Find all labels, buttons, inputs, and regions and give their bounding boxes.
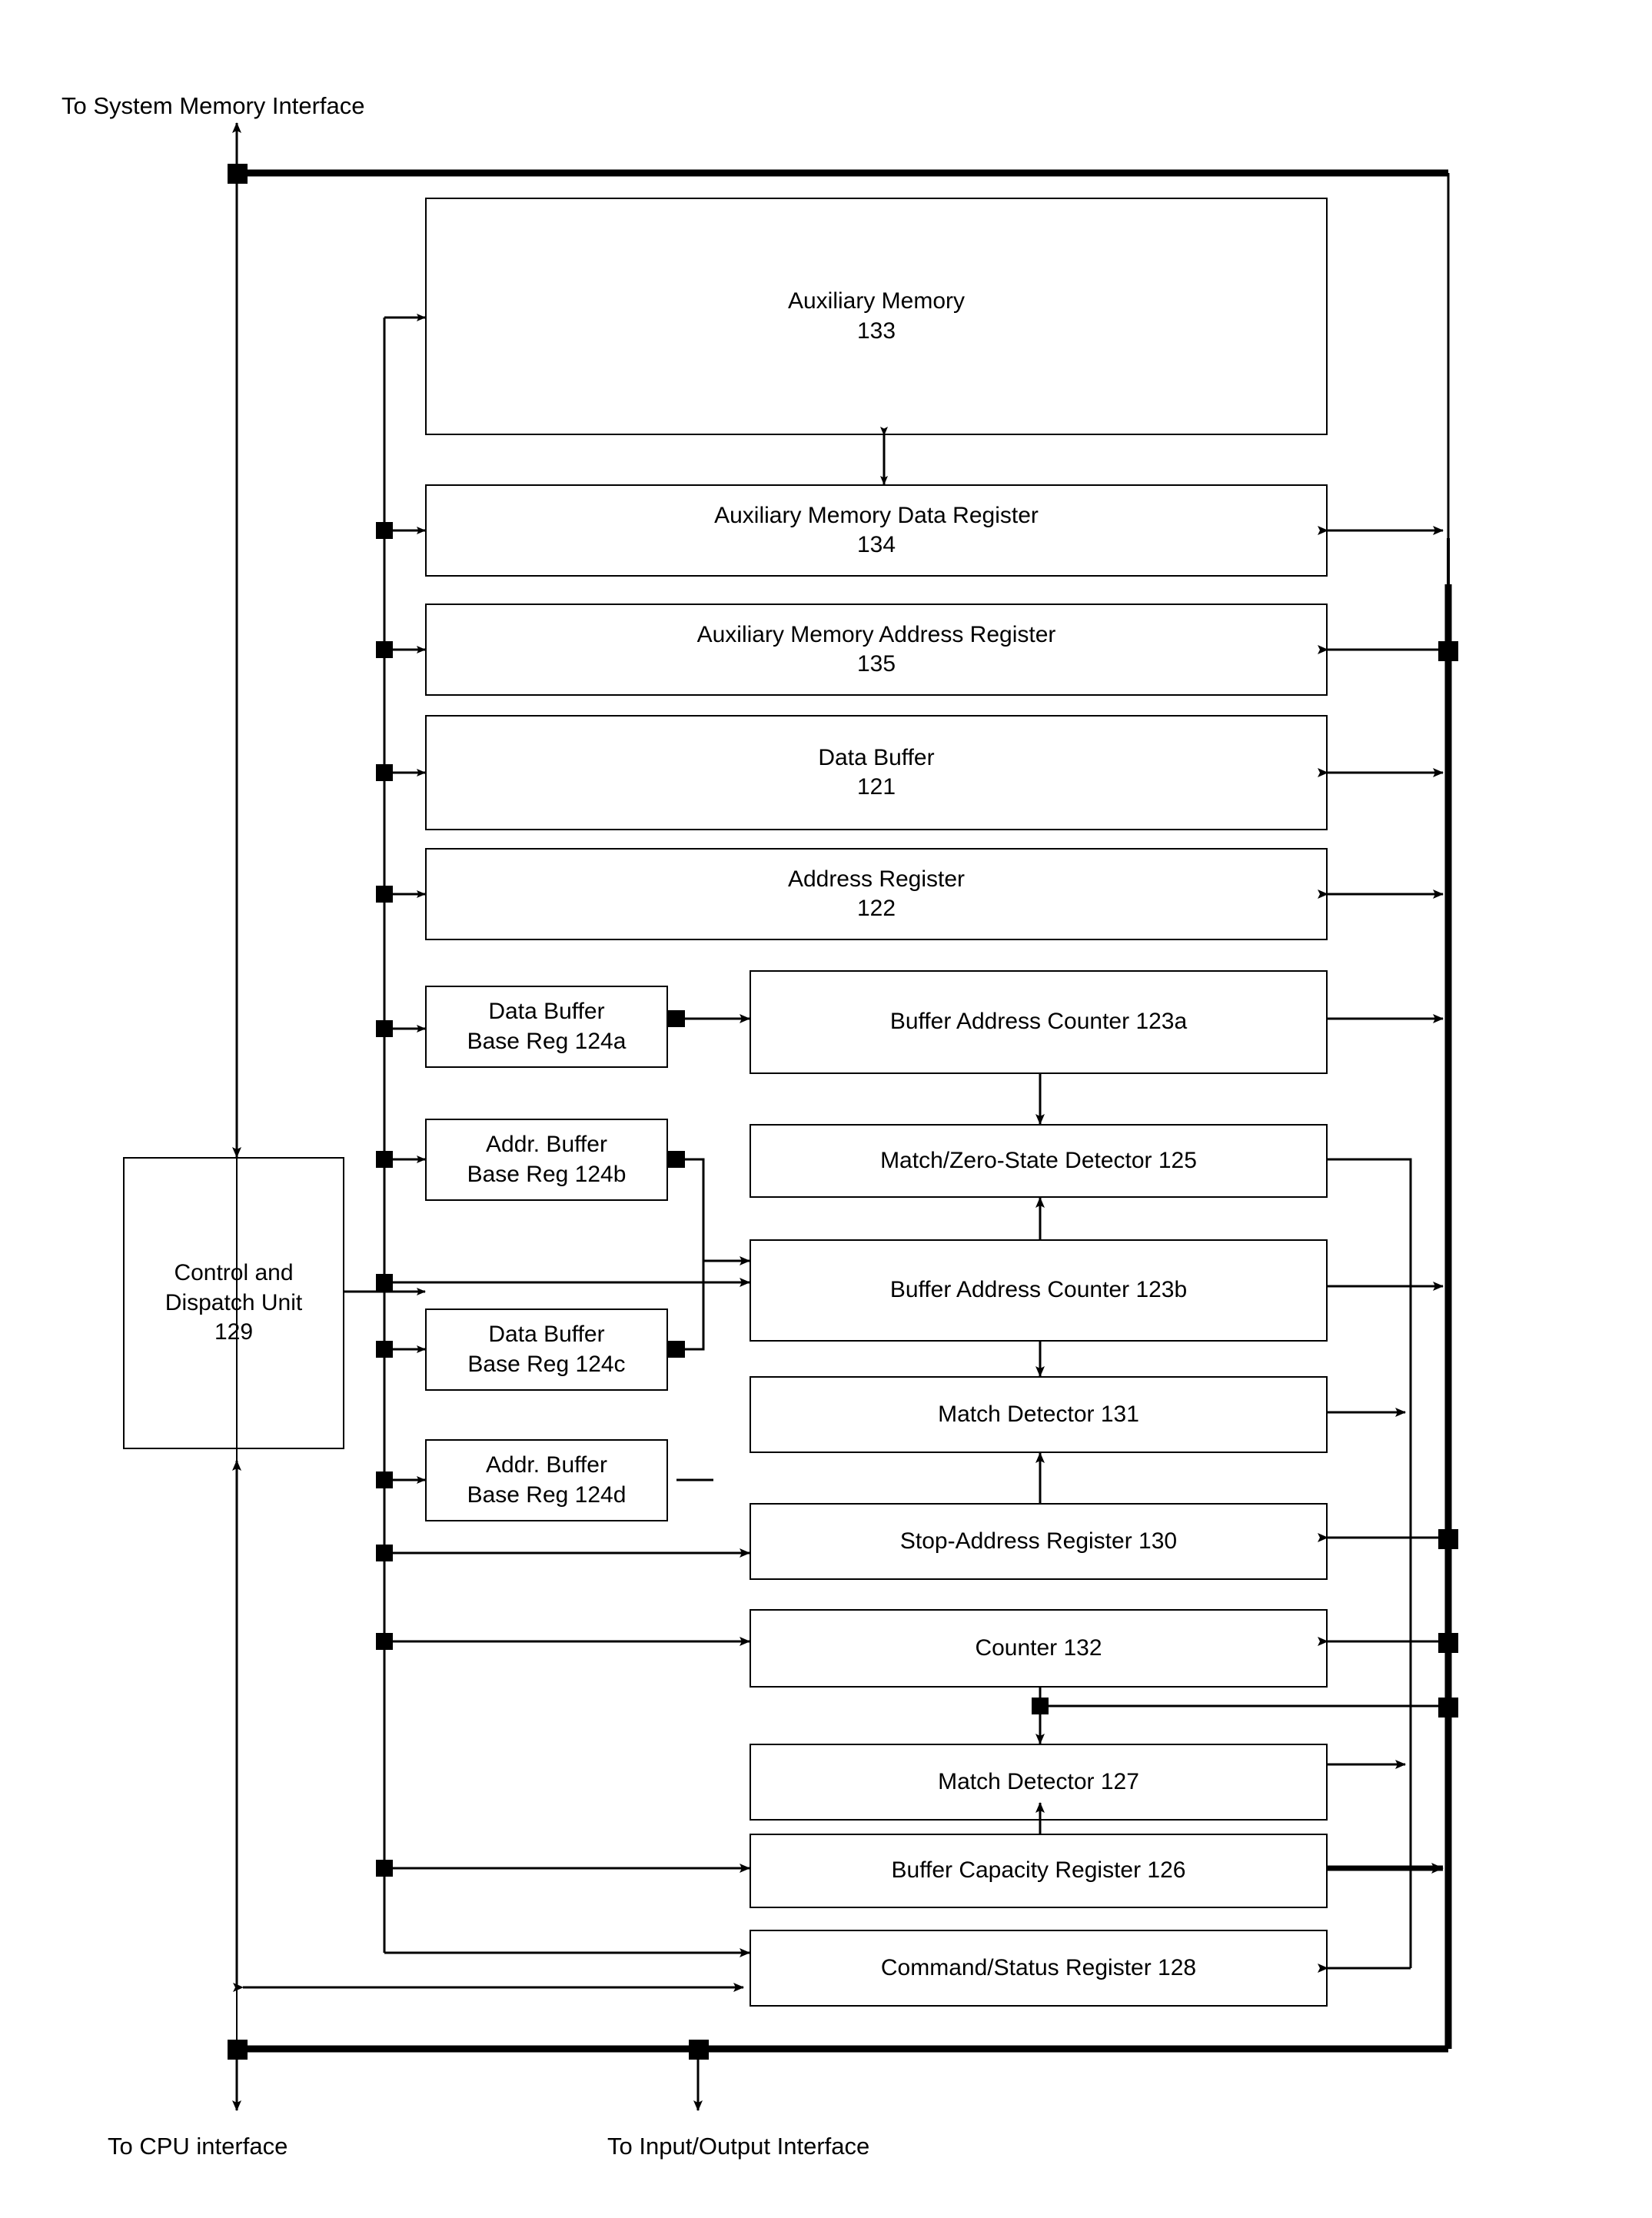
block-label-line-1: Addr. Buffer [486,1132,607,1158]
block-label: Address Register [787,866,966,892]
block-label: Match/Zero-State Detector 125 [880,1147,1197,1173]
block-buffer-capacity-register-126[interactable]: Buffer Capacity Register 126 [750,1834,1328,1908]
block-label-line-2: Base Reg 124a [467,1028,627,1054]
block-label: Buffer Capacity Register 126 [891,1857,1186,1884]
block-data-buffer-base-reg-124a[interactable]: Data Buffer Base Reg 124a [425,986,668,1068]
block-match-detector-131[interactable]: Match Detector 131 [750,1376,1328,1453]
label-to-system-memory-interface: To System Memory Interface [61,91,365,121]
block-label: Data Buffer [818,744,935,770]
block-label-line-2: Dispatch Unit [165,1289,303,1315]
label-text-line-1: To Input/Output [607,2133,770,2160]
block-label: Match Detector 127 [938,1768,1139,1794]
block-ref: 134 [856,532,896,557]
block-ref: 133 [856,318,896,344]
label-text: To System Memory Interface [61,92,365,119]
figure-canvas: Auxiliary Memory 133 Auxiliary Memory Da… [0,0,1652,2218]
block-data-buffer-base-reg-124c[interactable]: Data Buffer Base Reg 124c [425,1309,668,1391]
block-ref: 135 [856,651,896,677]
block-label-line-2: Base Reg 124d [467,1481,627,1508]
label-to-input-output-interface: To Input/Output Interface [607,2131,869,2162]
block-control-and-dispatch-unit[interactable]: Control and Dispatch Unit 129 [123,1157,344,1449]
block-auxiliary-memory-address-register[interactable]: Auxiliary Memory Address Register 135 [425,604,1328,696]
label-text-line-2: Interface [776,2133,870,2160]
block-label: Command/Status Register 128 [880,1954,1197,1980]
block-auxiliary-memory[interactable]: Auxiliary Memory 133 [425,198,1328,435]
block-label: Auxiliary Memory [787,288,966,314]
block-auxiliary-memory-data-register[interactable]: Auxiliary Memory Data Register 134 [425,484,1328,577]
block-label-line-1: Data Buffer [488,1322,605,1348]
block-stop-address-register-130[interactable]: Stop-Address Register 130 [750,1503,1328,1580]
block-counter-132[interactable]: Counter 132 [750,1609,1328,1688]
block-address-register[interactable]: Address Register 122 [425,848,1328,940]
block-ref: 122 [856,896,896,921]
block-label-line-2: Base Reg 124c [467,1351,626,1377]
block-label: Auxiliary Memory Data Register [714,502,1039,528]
block-data-buffer[interactable]: Data Buffer 121 [425,715,1328,830]
block-label-line-2: Base Reg 124b [467,1161,627,1187]
block-command-status-register-128[interactable]: Command/Status Register 128 [750,1930,1328,2007]
block-ref: 129 [214,1319,254,1345]
block-label-line-1: Control and [174,1260,294,1286]
block-label-line-1: Addr. Buffer [486,1452,607,1478]
block-buffer-address-counter-123a[interactable]: Buffer Address Counter 123a [750,970,1328,1074]
block-buffer-address-counter-123b[interactable]: Buffer Address Counter 123b [750,1239,1328,1342]
block-label: Match Detector 131 [938,1401,1139,1427]
block-label: Buffer Address Counter 123a [889,1009,1188,1035]
block-label: Auxiliary Memory Address Register [696,621,1056,647]
block-addr-buffer-base-reg-124b[interactable]: Addr. Buffer Base Reg 124b [425,1119,668,1201]
block-match-zero-state-detector-125[interactable]: Match/Zero-State Detector 125 [750,1124,1328,1198]
label-to-cpu-interface: To CPU interface [108,2131,288,2162]
label-text: To CPU interface [108,2133,288,2160]
block-label: Counter 132 [975,1634,1102,1661]
block-label-line-1: Data Buffer [488,999,605,1025]
block-match-detector-127[interactable]: Match Detector 127 [750,1744,1328,1821]
block-label: Buffer Address Counter 123b [889,1277,1188,1303]
block-ref: 121 [856,774,896,800]
block-addr-buffer-base-reg-124d[interactable]: Addr. Buffer Base Reg 124d [425,1439,668,1521]
block-label: Stop-Address Register 130 [899,1528,1178,1554]
